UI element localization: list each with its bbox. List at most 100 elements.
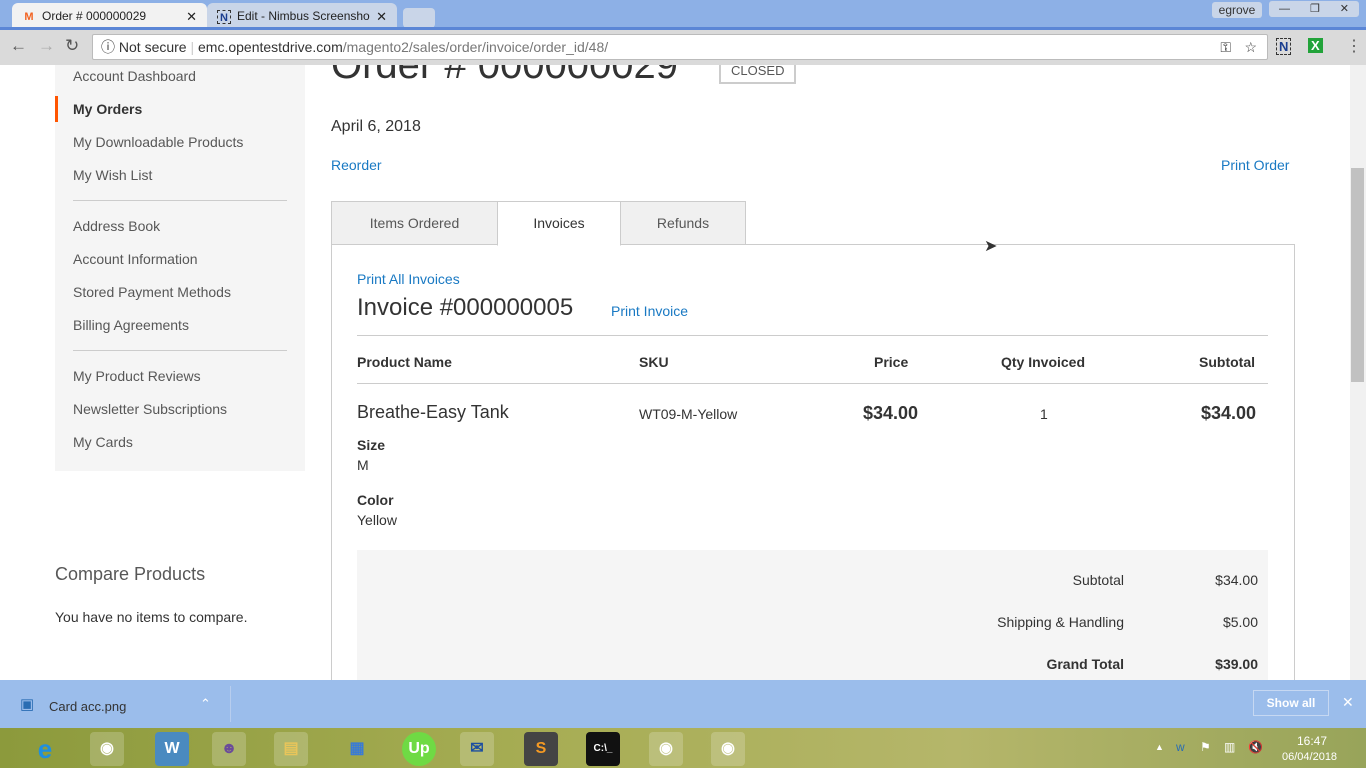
sublime-text-icon[interactable]: S (524, 732, 558, 766)
product-sku: WT09-M-Yellow (639, 406, 738, 422)
totals-label: Shipping & Handling (997, 614, 1124, 630)
divider (357, 383, 1268, 384)
print-all-invoices-link[interactable]: Print All Invoices (357, 271, 460, 287)
divider (73, 200, 287, 201)
nimbus-extension-icon[interactable]: N (1276, 38, 1292, 55)
grand-total-value: $39.00 (1215, 656, 1258, 672)
print-invoice-link[interactable]: Print Invoice (611, 303, 688, 319)
volume-muted-icon[interactable]: 🔇 (1248, 740, 1263, 754)
page-content: Account Dashboard My Orders My Downloada… (0, 65, 1350, 680)
chevron-up-icon[interactable]: ⌃ (200, 696, 211, 712)
status-badge: CLOSED (719, 65, 797, 84)
close-downloads-icon[interactable]: ✕ (1342, 694, 1354, 711)
close-icon[interactable]: ✕ (1340, 1, 1349, 17)
tab-order[interactable]: M Order # 000000029 ✕ (12, 3, 207, 30)
menu-icon[interactable]: ⋮ (1346, 36, 1362, 56)
option-value: Yellow (357, 512, 397, 528)
minimize-icon[interactable]: — (1279, 1, 1290, 17)
col-qty: Qty Invoiced (1001, 354, 1086, 370)
download-item[interactable]: Card acc.png (49, 699, 126, 714)
chrome-icon[interactable]: ◉ (649, 732, 683, 766)
invoice-title: Invoice #000000005 (357, 294, 574, 321)
magento-icon: M (24, 11, 34, 23)
sidebar-item-dashboard[interactable]: Account Dashboard (73, 68, 196, 84)
account-sidebar: Account Dashboard My Orders My Downloada… (55, 65, 305, 471)
window-controls[interactable]: — ❐ ✕ (1269, 1, 1359, 17)
chrome-icon[interactable]: ◉ (711, 732, 745, 766)
col-product-name: Product Name (357, 354, 452, 370)
page-title: Order # 000000029 (331, 65, 678, 87)
reorder-link[interactable]: Reorder (331, 157, 382, 173)
sidebar-item-account-info[interactable]: Account Information (73, 251, 198, 267)
key-icon[interactable]: ⚿ (1220, 35, 1231, 59)
tray-wunderlist-icon[interactable]: w (1176, 740, 1185, 754)
sidebar-item-my-cards[interactable]: My Cards (73, 434, 133, 450)
excel-extension-icon[interactable]: X (1308, 38, 1323, 53)
sidebar-item-address-book[interactable]: Address Book (73, 218, 160, 234)
chrome-icon[interactable]: ◉ (90, 732, 124, 766)
totals-value: $5.00 (1222, 614, 1258, 630)
divider (230, 686, 231, 722)
reload-icon[interactable]: ↻ (65, 36, 79, 56)
pidgin-icon[interactable]: ☻ (212, 732, 246, 766)
flag-icon[interactable]: ⚑ (1200, 740, 1211, 754)
tab-nimbus[interactable]: N Edit - Nimbus Screensho ✕ (207, 3, 397, 30)
restore-icon[interactable]: ❐ (1310, 1, 1320, 17)
sidebar-item-newsletter[interactable]: Newsletter Subscriptions (73, 401, 227, 417)
clock-time[interactable]: 16:47 (1297, 734, 1327, 748)
internet-explorer-icon[interactable]: e (28, 732, 62, 766)
sidebar-item-downloadable[interactable]: My Downloadable Products (73, 134, 243, 150)
compare-empty: You have no items to compare. (55, 609, 248, 625)
close-tab-icon[interactable]: ✕ (376, 3, 387, 30)
sidebar-item-payment-methods[interactable]: Stored Payment Methods (73, 284, 231, 300)
forward-icon[interactable]: → (38, 36, 55, 56)
active-marker (55, 96, 58, 122)
scrollbar-thumb[interactable] (1351, 168, 1364, 382)
tab-invoices[interactable]: Invoices (497, 201, 621, 246)
tab-items-ordered[interactable]: Items Ordered (331, 201, 498, 245)
info-icon: ⓘ (101, 39, 115, 55)
close-tab-icon[interactable]: ✕ (186, 3, 197, 30)
show-all-button[interactable]: Show all (1253, 690, 1329, 716)
sidebar-item-my-orders[interactable]: My Orders (73, 101, 142, 117)
sidebar-item-wishlist[interactable]: My Wish List (73, 167, 152, 183)
star-icon[interactable]: ☆ (1244, 35, 1257, 59)
tray-expand-icon[interactable]: ▲ (1155, 742, 1164, 752)
sidebar-item-reviews[interactable]: My Product Reviews (73, 368, 201, 384)
address-bar[interactable]: ⓘ Not secure | emc.opentestdrive.com/mag… (92, 34, 1268, 60)
divider (73, 350, 287, 351)
upwork-icon[interactable]: Up (402, 732, 436, 766)
control-panel-icon[interactable]: ▦ (340, 732, 374, 766)
col-price: Price (874, 354, 909, 370)
col-subtotal: Subtotal (1199, 354, 1255, 370)
order-date: April 6, 2018 (331, 118, 421, 135)
product-qty: 1 (1040, 406, 1048, 422)
clock-date[interactable]: 06/04/2018 (1282, 751, 1337, 763)
wunderlist-icon[interactable]: W (155, 732, 189, 766)
file-explorer-icon[interactable]: ▤ (274, 732, 308, 766)
totals-box (357, 550, 1268, 680)
totals-label: Subtotal (1072, 572, 1124, 588)
nimbus-icon: N (217, 10, 231, 24)
grand-total-label: Grand Total (1046, 656, 1124, 672)
option-label: Color (357, 492, 394, 508)
back-icon[interactable]: ← (10, 36, 27, 56)
network-icon[interactable]: ▥ (1224, 740, 1235, 754)
col-sku: SKU (639, 354, 669, 370)
command-prompt-icon[interactable]: C:\_ (586, 732, 620, 766)
option-value: M (357, 457, 369, 473)
divider (357, 335, 1268, 336)
option-label: Size (357, 437, 386, 453)
profile-name[interactable]: egrove (1212, 2, 1262, 18)
product-price: $34.00 (863, 403, 919, 423)
sidebar-item-billing-agreements[interactable]: Billing Agreements (73, 317, 189, 333)
product-name: Breathe-Easy Tank (357, 402, 509, 422)
new-tab-button[interactable] (403, 8, 435, 28)
totals-value: $34.00 (1215, 572, 1258, 588)
thunderbird-icon[interactable]: ✉ (460, 732, 494, 766)
print-order-link[interactable]: Print Order (1221, 157, 1289, 173)
mouse-cursor-icon: ➤ (984, 238, 998, 255)
tab-refunds[interactable]: Refunds (620, 201, 746, 245)
compare-title: Compare Products (55, 564, 206, 584)
product-subtotal: $34.00 (1201, 403, 1257, 423)
